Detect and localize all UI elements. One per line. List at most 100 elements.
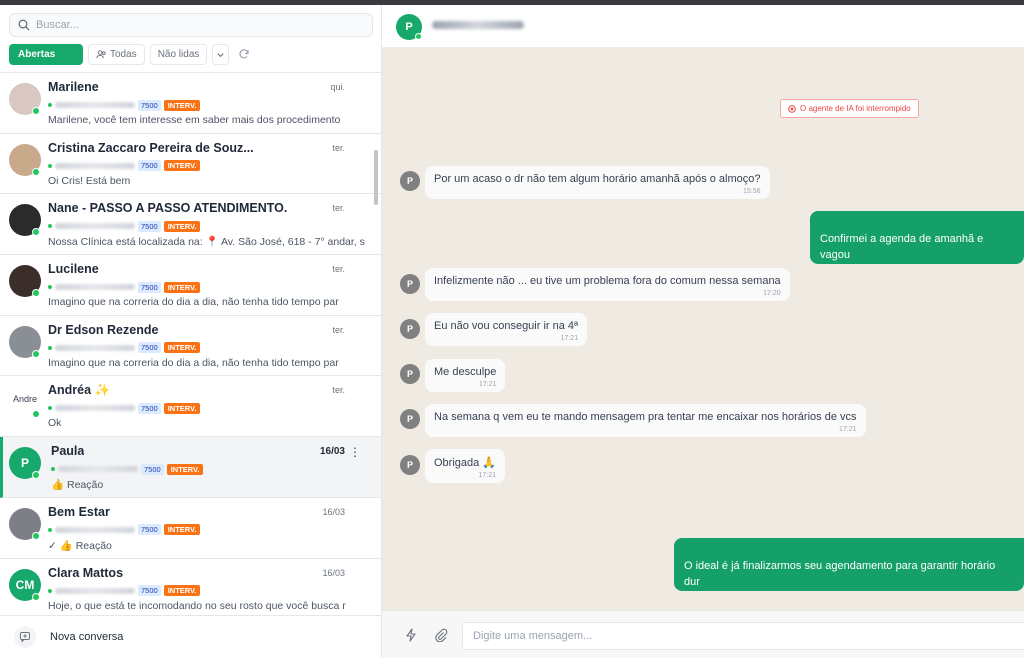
system-note-text: O agente de IA foi interrompido [800,104,911,113]
tag-badge: 7500 [138,281,161,293]
contact-meta: 7500 INTERV. [48,220,201,232]
search-icon [18,19,30,31]
conversation-time: ter. [332,385,345,396]
filter-dropdown-button[interactable] [212,43,230,65]
new-chat-icon [14,626,36,648]
incoming-message: Infelizmente não ... eu tive um problema… [425,268,790,301]
redacted-phone [55,587,135,594]
filter-open-label: Abertas [18,48,56,60]
more-options-icon[interactable]: ⋮ [349,445,361,459]
conversation-list: Marilene qui. 7500 INTERV. Marilene, você… [0,72,381,615]
contact-meta: 7500 INTERV. [48,524,201,536]
status-dot [48,527,52,532]
message-preview: Imagino que na correria do dia a dia, nã… [48,356,339,369]
redacted-phone [58,466,138,473]
incoming-message: Me desculpe 17:21 [425,359,506,392]
status-dot [51,467,55,472]
refresh-icon[interactable] [237,47,251,61]
search-box[interactable] [9,13,373,37]
online-indicator [32,531,40,540]
filter-all-label: Todas [110,48,137,60]
conversation-item[interactable]: Andre Andréa ✨ ter. 7500 INTERV. Ok [0,376,381,438]
contact-meta: 7500 INTERV. [48,99,201,111]
filter-bar: Abertas Todas Não lidas [9,43,251,65]
online-indicator [32,167,40,176]
tag-badge: 7500 [138,585,161,596]
contact-name: Dr Edson Rezende [48,322,159,337]
redacted-phone [55,223,135,230]
message-preview: Ok [48,417,62,430]
online-indicator [32,289,40,298]
message-time: 17:21 [560,335,579,342]
contact-meta: 7500 INTERV. [48,342,201,354]
interv-badge: INTERV. [166,463,204,475]
conversation-time: ter. [332,142,345,153]
online-indicator [32,349,40,358]
ai-interrupted-notice: O agente de IA foi interrompido [780,99,919,118]
conversation-item-selected[interactable]: P Paula 16/03 ⋮ 7500 INTERV. 👍 Reação [0,437,381,498]
filter-unread-button[interactable]: Não lidas [149,43,208,65]
contact-name: Cristina Zaccaro Pereira de Souz... [48,140,254,155]
interv-badge: INTERV. [163,342,201,354]
message-text: Infelizmente não ... eu tive um problema… [434,275,781,287]
attachment-icon[interactable] [434,628,448,642]
message-text: Na semana q vem eu te mando mensagem pra… [434,411,857,423]
conversation-item[interactable]: Lucilene ter. 7500 INTERV. Imagino que na… [0,255,381,316]
incoming-message: Obrigada 🙏 17:21 [425,449,506,483]
conversation-item[interactable]: CM Clara Mattos 16/03 7500 INTERV. Hoje, … [0,558,381,615]
conversation-item[interactable]: Cristina Zaccaro Pereira de Souz... ter.… [0,133,381,195]
interv-badge: INTERV. [163,281,201,293]
interv-badge: INTERV. [163,402,201,414]
conversation-item[interactable]: Marilene qui. 7500 INTERV. Marilene, você… [0,73,381,134]
tag-badge: 7500 [138,342,161,354]
online-indicator [32,228,40,237]
conversation-item[interactable]: Nane - PASSO A PASSO ATENDIMENTO... ter.… [0,194,381,256]
search-input[interactable] [36,19,356,31]
new-conversation-button[interactable]: Nova conversa [0,615,381,658]
message-preview: Nossa Clínica está localizada na: 📍 Av. … [48,236,365,249]
conversation-time: ter. [332,203,345,214]
message-text: Eu não vou conseguir ir na 4ª [434,320,579,332]
status-dot [48,224,52,229]
conversation-time: 16/03 [319,446,345,458]
interv-badge: INTERV. [163,220,201,232]
message-text: Confirmei a agenda de amanhã e vagou Con… [820,233,984,261]
conversation-item[interactable]: Bem Estar 16/03 7500 INTERV. ✓ 👍 Reação [0,497,381,559]
filter-unread-label: Não lidas [157,48,200,60]
incoming-message: Eu não vou conseguir ir na 4ª 17:21 [425,313,588,346]
conversation-item[interactable]: Dr Edson Rezende ter. 7500 INTERV. Imagin… [0,315,381,377]
contact-name: Clara Mattos [48,565,124,580]
contact-meta: 7500 INTERV. [51,463,204,475]
status-dot [48,163,52,168]
incoming-message: Na semana q vem eu te mando mensagem pra… [425,404,866,437]
incoming-avatar: P [400,455,420,475]
online-indicator [32,410,40,419]
redacted-phone [55,102,135,108]
message-preview: Hoje, o que está te incomodando no seu r… [48,599,346,612]
incoming-avatar: P [400,274,420,294]
users-icon [96,49,106,58]
redacted-phone [55,162,135,169]
incoming-avatar: P [400,409,420,429]
message-time: 17:21 [838,426,857,433]
filter-open-button[interactable]: Abertas [9,43,83,65]
message-text: Me desculpe [434,366,497,378]
conversation-time: qui. [330,82,345,92]
redacted-phone [55,344,135,351]
redacted-phone [55,405,135,412]
conversation-time: ter. [332,324,345,335]
contact-name: Bem Estar [48,504,110,519]
filter-all-button[interactable]: Todas [88,43,145,65]
message-time: 17:21 [478,381,497,388]
lightning-icon[interactable] [404,628,418,642]
contact-name: Marilene [48,80,99,94]
list-scrollbar[interactable] [374,150,378,205]
tag-badge: 7500 [138,524,161,536]
message-input[interactable] [462,622,1024,650]
interv-badge: INTERV. [163,160,201,172]
message-text: Obrigada 🙏 [434,457,497,469]
conversation-sidebar: Abertas Todas Não lidas Marilene qui. 75… [0,5,382,658]
status-dot [48,345,52,350]
message-preview: Marilene, você tem interesse em saber ma… [48,114,341,126]
chat-header: P [382,5,1024,48]
